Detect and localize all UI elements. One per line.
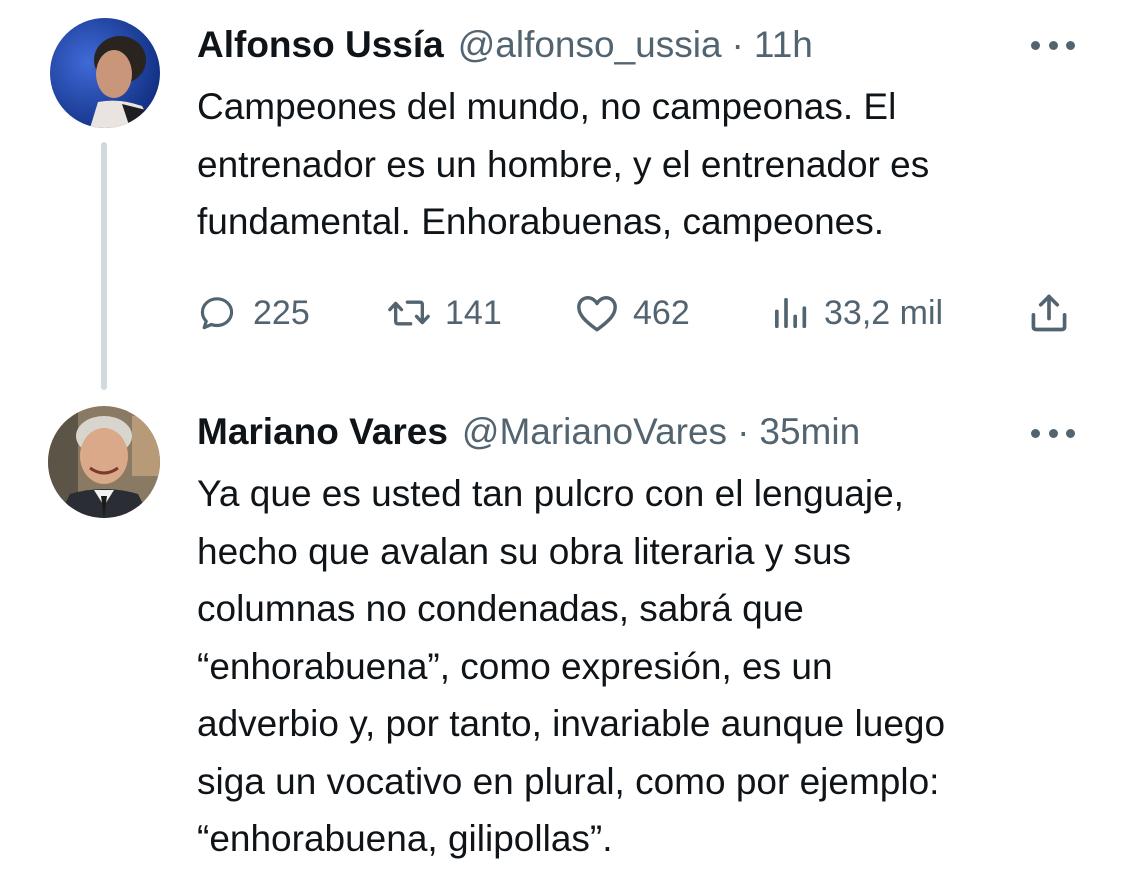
tweet-alfonso[interactable]: Alfonso Ussía @alfonso_ussia · 11h Campe… <box>0 0 1125 390</box>
reply-count: 225 <box>253 293 310 332</box>
separator-dot: · <box>731 24 744 65</box>
more-options-icon[interactable] <box>1031 35 1075 55</box>
tweet-text: Ya que es usted tan pulcro con el lengua… <box>197 473 946 859</box>
thread-line <box>101 142 107 390</box>
retweet-count: 141 <box>445 293 502 332</box>
tweet-text: Campeones del mundo, no campeonas. El en… <box>197 86 930 242</box>
share-icon <box>1031 294 1067 332</box>
retweet-icon <box>388 300 430 326</box>
avatar-photo-icon <box>48 406 160 518</box>
views-icon <box>775 298 807 328</box>
tweet-header: Mariano Vares @MarianoVares · 35min <box>197 407 860 457</box>
avatar-photo-icon <box>50 18 160 128</box>
author-handle[interactable]: @MarianoVares <box>462 407 727 457</box>
tweet-header: Alfonso Ussía @alfonso_ussia · 11h <box>197 20 813 70</box>
avatar-mariano[interactable] <box>48 406 160 518</box>
author-name[interactable]: Alfonso Ussía <box>197 20 444 70</box>
more-options-icon[interactable] <box>1031 423 1075 443</box>
views-button[interactable]: 33,2 mil <box>770 290 943 336</box>
tweet-mariano[interactable]: Mariano Vares @MarianoVares · 35min Ya q… <box>0 390 1125 888</box>
views-count: 33,2 mil <box>824 293 944 332</box>
tweet-actions: 225 141 462 33,2 mil <box>197 290 1077 336</box>
separator-dot: · <box>737 411 750 452</box>
share-button[interactable] <box>1027 290 1071 336</box>
timestamp[interactable]: 35min <box>759 407 860 457</box>
timestamp[interactable]: 11h <box>754 20 813 70</box>
author-handle[interactable]: @alfonso_ussia <box>458 20 722 70</box>
heart-icon <box>577 296 617 332</box>
author-name[interactable]: Mariano Vares <box>197 407 448 457</box>
avatar-alfonso[interactable] <box>50 18 160 128</box>
like-count: 462 <box>633 293 690 332</box>
like-button[interactable]: 462 <box>575 290 690 336</box>
reply-button[interactable]: 225 <box>197 290 310 336</box>
retweet-button[interactable]: 141 <box>385 290 502 336</box>
reply-icon <box>200 297 234 330</box>
